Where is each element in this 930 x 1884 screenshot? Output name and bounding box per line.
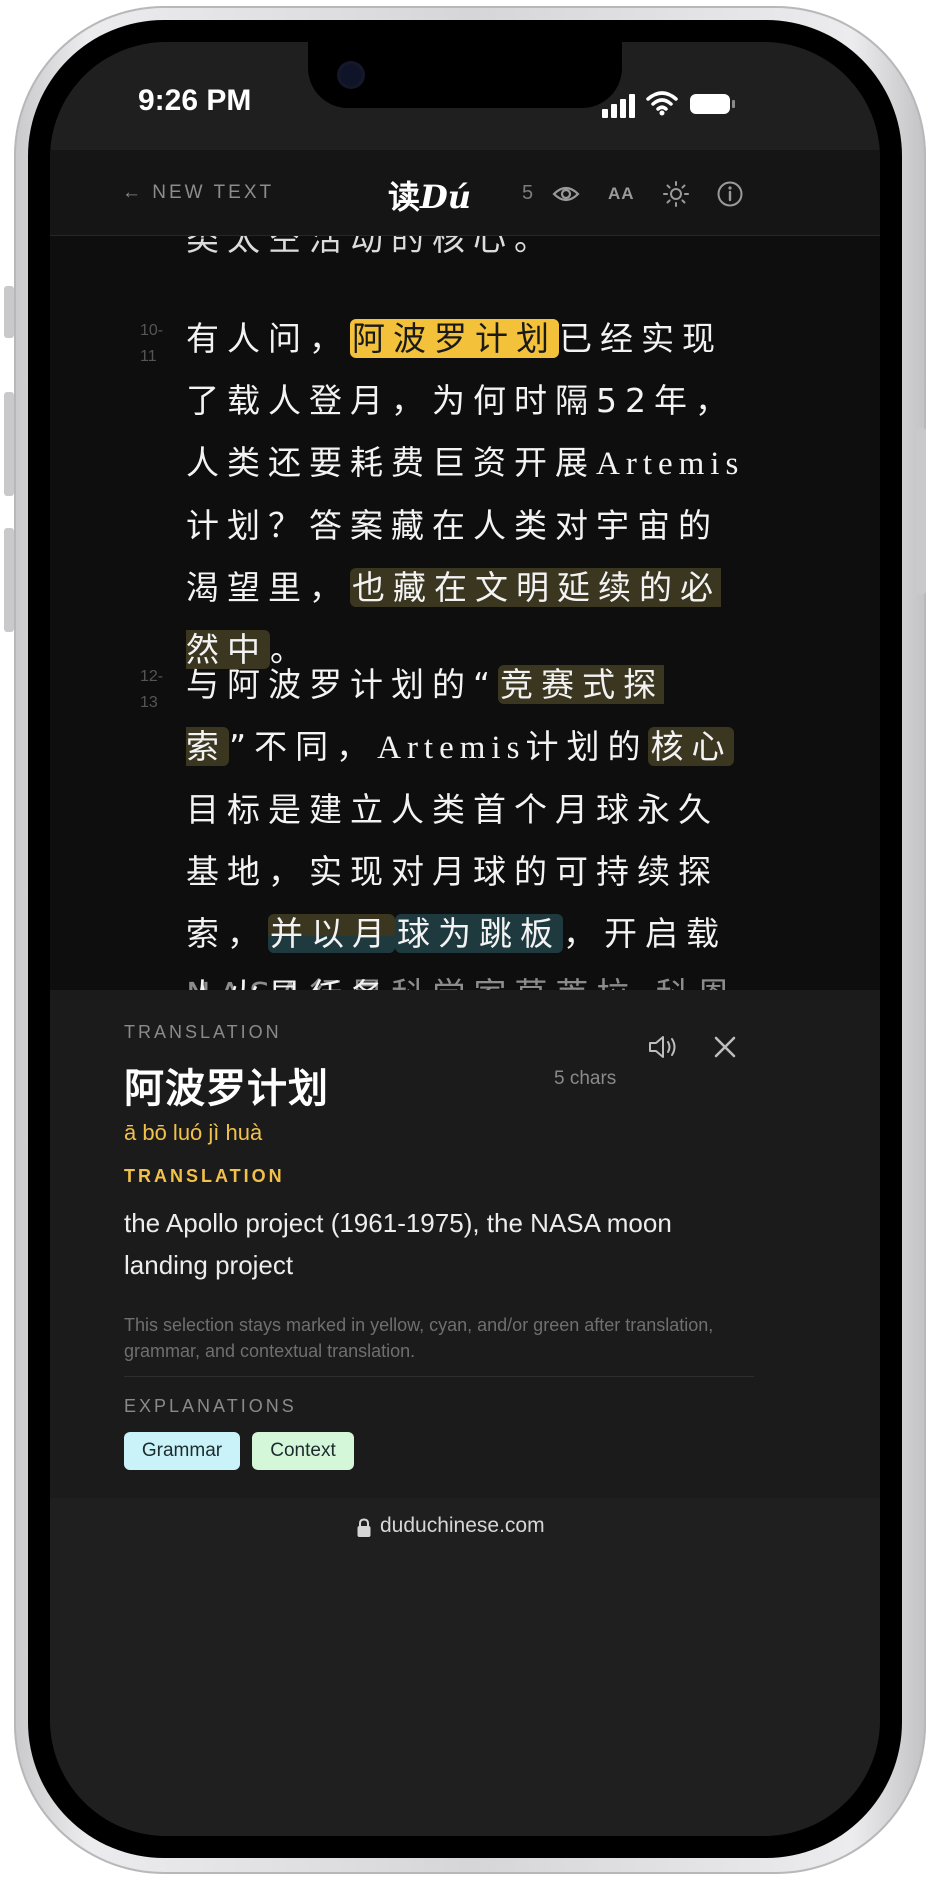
side-button bbox=[4, 286, 14, 338]
level-indicator[interactable]: 5 bbox=[522, 182, 533, 205]
reading-area[interactable]: 类太空活动的核心。 10- 11 有人问，阿波罗计划已经实现了载人登月，为何时隔… bbox=[50, 236, 880, 990]
context-button[interactable]: Context bbox=[252, 1432, 354, 1470]
pinyin: ā bō luó jì huà bbox=[124, 1120, 263, 1145]
translation-heading: TRANSLATION bbox=[124, 1166, 285, 1186]
status-time: 9:26 PM bbox=[138, 84, 252, 117]
home-indicator-area bbox=[50, 1588, 880, 1836]
selected-word: 阿波罗计划 bbox=[124, 1066, 329, 1112]
translation-panel: TRANSLATION 阿波罗计划 5 chars ā bō luó jì hu… bbox=[50, 990, 880, 1498]
latin-word[interactable]: Artemis bbox=[377, 730, 525, 766]
speaker-icon[interactable] bbox=[646, 1032, 680, 1062]
grammar-phrase-highlight[interactable]: 球为跳板 bbox=[395, 914, 563, 953]
phone-bezel: 9:26 PM ← NEW TEXT 读Dú 5 AA 类太空活动的核心。 10… bbox=[28, 20, 902, 1858]
text-segment[interactable]: 计划的 bbox=[525, 727, 648, 766]
eye-icon[interactable] bbox=[552, 180, 580, 208]
text-size-icon[interactable]: AA bbox=[608, 184, 635, 204]
brightness-icon[interactable] bbox=[662, 180, 690, 208]
paragraph[interactable]: 与阿波罗计划的“竞赛式探索”不同，Artemis计划的核心目标是建立人类首个月球… bbox=[186, 654, 746, 990]
selected-word-highlight[interactable]: 阿波罗计划 bbox=[350, 319, 559, 358]
line-number-start: 12- bbox=[140, 668, 164, 685]
line-number-start: 10- bbox=[140, 322, 164, 339]
app-logo[interactable]: 读Dú bbox=[388, 172, 471, 218]
divider bbox=[124, 1376, 754, 1377]
wifi-icon bbox=[646, 91, 678, 116]
close-icon[interactable] bbox=[710, 1032, 740, 1062]
line-reference: 12- 13 bbox=[140, 664, 163, 716]
battery-icon bbox=[690, 94, 735, 114]
latin-word[interactable]: Artemis bbox=[596, 446, 744, 482]
logo-latin: Dú bbox=[420, 178, 472, 216]
text-segment[interactable]: 有人问， bbox=[186, 319, 350, 358]
grammar-button[interactable]: Grammar bbox=[124, 1432, 240, 1470]
power-button bbox=[916, 428, 926, 594]
next-line-fragment: NASA行星科学家草莘拉·科恩直 bbox=[186, 968, 746, 990]
logo-chinese: 读 bbox=[388, 178, 421, 216]
cellular-signal-icon bbox=[602, 92, 638, 118]
explanations-heading: EXPLANATIONS bbox=[124, 1396, 297, 1416]
panel-eyebrow: TRANSLATION bbox=[124, 1022, 282, 1042]
highlight-note: This selection stays marked in yellow, c… bbox=[124, 1315, 714, 1361]
translated-word-highlight[interactable]: 核心 bbox=[648, 727, 735, 766]
line-reference: 10- 11 bbox=[140, 318, 163, 370]
info-icon[interactable] bbox=[716, 180, 744, 208]
screen: 9:26 PM ← NEW TEXT 读Dú 5 AA 类太空活动的核心。 10… bbox=[50, 42, 880, 1836]
text-segment[interactable]: ”不同， bbox=[229, 727, 377, 766]
status-bar: 9:26 PM bbox=[50, 42, 880, 150]
app-header: ← NEW TEXT 读Dú 5 AA bbox=[50, 150, 880, 236]
front-camera bbox=[340, 64, 362, 86]
char-count: 5 chars bbox=[554, 1068, 617, 1089]
text-segment[interactable]: 与阿波罗计划的“ bbox=[186, 665, 498, 704]
previous-line-fragment: 类太空活动的核心。 bbox=[186, 236, 555, 258]
grammar-phrase-highlight[interactable]: 并以月 bbox=[268, 914, 395, 953]
url-text[interactable]: duduchinese.com bbox=[380, 1514, 545, 1538]
line-number-end: 13 bbox=[140, 694, 158, 711]
translation-text: the Apollo project (1961-1975), the NASA… bbox=[124, 1208, 672, 1280]
line-number-end: 11 bbox=[140, 348, 157, 365]
browser-address-bar[interactable]: duduchinese.com bbox=[50, 1498, 880, 1588]
volume-up-button bbox=[4, 392, 14, 496]
new-text-back-link[interactable]: ← NEW TEXT bbox=[122, 182, 274, 204]
paragraph[interactable]: 有人问，阿波罗计划已经实现了载人登月，为何时隔52年，人类还要耗费巨资开展Art… bbox=[186, 308, 746, 681]
lock-icon bbox=[357, 1518, 371, 1537]
volume-down-button bbox=[4, 528, 14, 632]
